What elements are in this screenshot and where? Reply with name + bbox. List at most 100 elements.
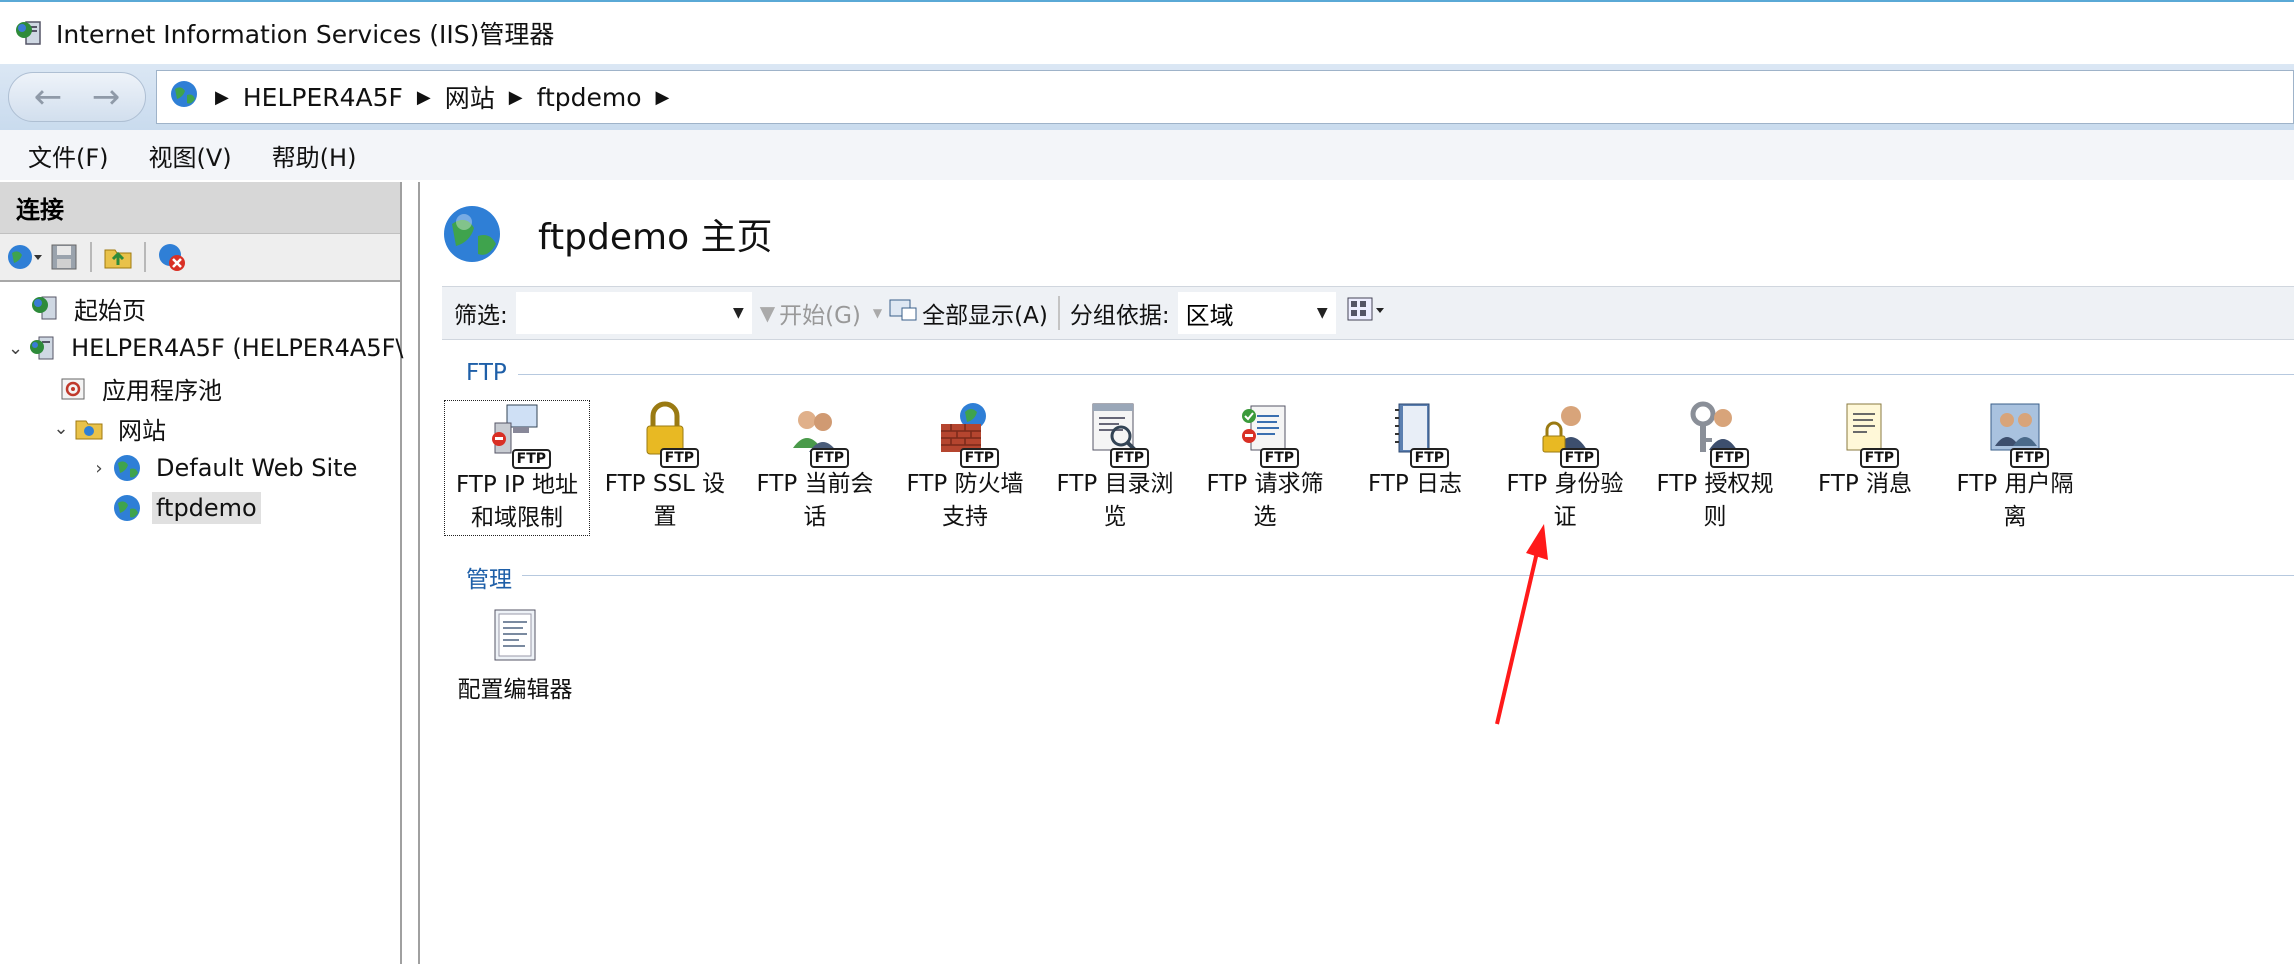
feature-configuration-editor[interactable]: 配置编辑器 <box>442 606 588 707</box>
breadcrumb-ftpdemo[interactable]: ftpdemo <box>537 83 642 112</box>
feature-ftp-authorization-rules[interactable]: FTP FTP 授权规 则 <box>1642 400 1788 534</box>
save-icon[interactable] <box>48 241 80 273</box>
tree-item-start-page[interactable]: 起始页 <box>0 288 400 328</box>
feature-label: FTP 授权规 <box>1656 471 1774 497</box>
chevron-right-icon[interactable]: › <box>90 458 108 479</box>
authentication-icon: FTP <box>1537 400 1599 468</box>
group-by-select[interactable]: 区域 ▼ <box>1177 292 1336 334</box>
breadcrumb-separator-icon[interactable]: ▶ <box>656 87 670 108</box>
feature-ftp-directory-browsing[interactable]: FTP FTP 目录浏 览 <box>1042 400 1188 534</box>
dropdown-arrow-icon[interactable]: ▼ <box>873 306 882 320</box>
feature-ftp-firewall-support[interactable]: FTP FTP 防火墙 支持 <box>892 400 1038 534</box>
website-globe-icon <box>112 453 142 483</box>
up-folder-icon[interactable] <box>102 241 134 273</box>
tree-item-default-web-site[interactable]: › Default Web Site <box>0 448 400 488</box>
ftp-badge: FTP <box>1709 448 1749 468</box>
toolbar-divider <box>144 242 146 272</box>
show-all-button[interactable]: 全部显示(A) <box>922 296 1048 330</box>
feature-ftp-request-filtering[interactable]: FTP FTP 请求筛 选 <box>1192 400 1338 534</box>
breadcrumb-sites[interactable]: 网站 <box>445 79 495 115</box>
tree-item-app-pools[interactable]: 应用程序池 <box>0 368 400 408</box>
tree-label: HELPER4A5F (HELPER4A5F\ <box>71 334 404 362</box>
connections-tree: 起始页 ⌄ HELPER4A5F (HELPER4A5F\ 应用程序池 ⌄ 网站… <box>0 282 403 528</box>
main-content: ftpdemo 主页 筛选: ▼ ▼ 开始(G) ▼ 全部显示(A) 分组依据:… <box>418 182 2294 964</box>
menu-bar: 文件(F) 视图(V) 帮助(H) <box>0 130 2294 180</box>
nav-buttons: ← → <box>8 72 146 122</box>
iis-manager-icon <box>14 18 44 48</box>
feature-label: FTP 用户隔 <box>1956 471 2074 497</box>
feature-label: 离 <box>2003 504 2027 530</box>
breadcrumb[interactable]: ▶ HELPER4A5F ▶ 网站 ▶ ftpdemo ▶ <box>156 70 2294 124</box>
tree-item-ftpdemo[interactable]: ftpdemo <box>0 488 400 528</box>
dropdown-arrow-icon[interactable]: ▼ <box>1317 305 1328 321</box>
show-all-icon <box>888 296 918 330</box>
feature-ftp-logging[interactable]: FTP FTP 日志 <box>1342 400 1488 501</box>
configuration-editor-icon <box>487 606 543 672</box>
group-ftp-label: FTP <box>466 360 507 386</box>
disconnect-icon[interactable] <box>156 241 188 273</box>
feature-label: 置 <box>653 504 677 530</box>
filter-toolbar: 筛选: ▼ ▼ 开始(G) ▼ 全部显示(A) 分组依据: 区域 ▼ <box>442 286 2294 340</box>
menu-view[interactable]: 视图(V) <box>149 138 232 173</box>
feature-label: FTP 身份验 <box>1506 471 1624 497</box>
dropdown-arrow-icon[interactable]: ▼ <box>733 305 744 321</box>
breadcrumb-server[interactable]: HELPER4A5F <box>243 83 403 112</box>
request-filtering-icon: FTP <box>1237 400 1299 468</box>
directory-browsing-icon: FTP <box>1087 400 1149 468</box>
feature-ftp-current-sessions[interactable]: FTP FTP 当前会 话 <box>742 400 888 534</box>
tree-label: 网站 <box>118 416 166 445</box>
group-by-label: 分组依据: <box>1069 303 1170 329</box>
tree-label: ftpdemo <box>152 492 261 524</box>
feature-label: 览 <box>1103 504 1127 530</box>
feature-label: FTP 请求筛 <box>1206 471 1324 497</box>
sessions-icon: FTP <box>787 400 849 468</box>
authorization-icon: FTP <box>1687 400 1749 468</box>
breadcrumb-separator-icon[interactable]: ▶ <box>215 87 229 108</box>
ftp-badge: FTP <box>659 448 699 468</box>
firewall-icon: FTP <box>937 400 999 468</box>
menu-help[interactable]: 帮助(H) <box>272 138 357 173</box>
feature-label: FTP 消息 <box>1817 471 1913 497</box>
funnel-icon: ▼ <box>759 301 776 325</box>
chevron-down-icon[interactable]: ⌄ <box>8 338 23 359</box>
chevron-down-icon[interactable]: ⌄ <box>52 418 70 439</box>
feature-label: 证 <box>1553 504 1577 530</box>
ftp-badge: FTP <box>1409 448 1449 468</box>
user-isolation-icon: FTP <box>1987 400 2049 468</box>
feature-label: 选 <box>1253 504 1277 530</box>
feature-ftp-messages[interactable]: FTP FTP 消息 <box>1792 400 1938 501</box>
server-icon <box>27 333 57 363</box>
ftp-badge: FTP <box>809 448 849 468</box>
back-arrow-icon[interactable]: ← <box>34 80 63 114</box>
window-title: Internet Information Services (IIS)管理器 <box>56 20 555 49</box>
forward-arrow-icon[interactable]: → <box>92 80 121 114</box>
breadcrumb-separator-icon[interactable]: ▶ <box>417 87 431 108</box>
ftp-badge: FTP <box>511 449 551 469</box>
ftp-badge: FTP <box>1859 448 1899 468</box>
title-bar: Internet Information Services (IIS)管理器 <box>0 0 2294 64</box>
toolbar-divider <box>1057 296 1060 330</box>
feature-label: 支持 <box>942 504 988 530</box>
tree-item-sites[interactable]: ⌄ 网站 <box>0 408 400 448</box>
app-pool-icon <box>58 373 88 403</box>
page-header: ftpdemo 主页 <box>420 182 2294 286</box>
sites-folder-icon <box>74 413 104 443</box>
view-mode-icon[interactable] <box>1346 296 1386 330</box>
address-bar: ← → ▶ HELPER4A5F ▶ 网站 ▶ ftpdemo ▶ <box>0 64 2294 130</box>
connect-globe-icon[interactable] <box>6 241 42 273</box>
feature-ftp-user-isolation[interactable]: FTP FTP 用户隔 离 <box>1942 400 2088 534</box>
feature-label: FTP 当前会 <box>756 471 874 497</box>
feature-ftp-ip-restrictions[interactable]: FTP FTP IP 地址 和域限制 <box>444 400 590 536</box>
tree-item-server[interactable]: ⌄ HELPER4A5F (HELPER4A5F\ <box>0 328 403 368</box>
feature-ftp-ssl-settings[interactable]: FTP FTP SSL 设 置 <box>592 400 738 534</box>
start-button[interactable]: 开始(G) <box>779 296 861 330</box>
breadcrumb-separator-icon[interactable]: ▶ <box>509 87 523 108</box>
group-management-label: 管理 <box>466 567 512 593</box>
messages-icon: FTP <box>1837 400 1899 468</box>
feature-ftp-authentication[interactable]: FTP FTP 身份验 证 <box>1492 400 1638 534</box>
connections-header: 连接 <box>0 182 400 234</box>
filter-input[interactable]: ▼ <box>515 292 752 334</box>
menu-file[interactable]: 文件(F) <box>28 138 109 173</box>
ftp-badge: FTP <box>1109 448 1149 468</box>
ftp-badge: FTP <box>1259 448 1299 468</box>
